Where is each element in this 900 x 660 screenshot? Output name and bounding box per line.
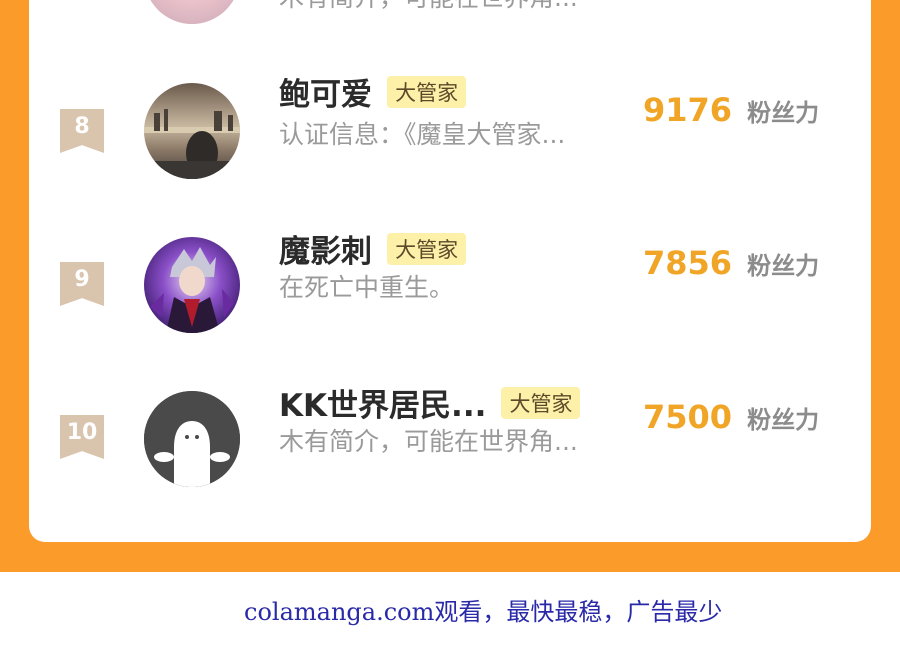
list-item[interactable]: 8 鲍可爱 大管家 认证信息：《魔皇大管家... 9176 粉丝力 — [29, 75, 871, 181]
avatar — [144, 83, 240, 179]
username[interactable]: 魔影刺 — [279, 226, 372, 271]
avatar — [144, 391, 240, 487]
rank-badge: 9 — [60, 262, 104, 306]
avatar — [144, 0, 240, 24]
avatar — [144, 237, 240, 333]
username[interactable]: 鲍可爱 — [279, 69, 372, 114]
fan-score: 7500 — [643, 398, 733, 436]
watermark-text: colamanga.com观看，最快最稳，广告最少 — [244, 598, 723, 626]
avatar-illustration — [144, 237, 240, 333]
fan-score-unit: 粉丝力 — [747, 98, 820, 127]
rank-badge: 10 — [60, 415, 104, 459]
fan-score: 7856 — [643, 244, 733, 282]
user-description: 木有简介，可能在世界角... — [279, 0, 578, 14]
role-badge: 大管家 — [387, 232, 467, 265]
user-description: 在死亡中重生。 — [279, 273, 455, 302]
fan-score: 9176 — [643, 91, 733, 129]
list-item[interactable]: 10 KK世界居民... 大管家 木有简介，可能在世界角... 7500 粉丝力 — [29, 386, 871, 490]
list-item[interactable]: 9 魔影刺 大管家 在死亡中重生。 7856 粉丝力 — [29, 232, 871, 336]
fan-score-unit: 粉丝力 — [747, 405, 820, 434]
ranking-card: 木有简介，可能在世界角... 8 — [29, 0, 871, 542]
list-item-partial[interactable]: 木有简介，可能在世界角... — [29, 0, 871, 80]
role-badge: 大管家 — [501, 386, 581, 419]
rank-badge: 8 — [60, 109, 104, 153]
default-avatar-icon — [144, 391, 240, 487]
username[interactable]: KK世界居民... — [279, 380, 486, 425]
user-description: 木有简介，可能在世界角... — [279, 427, 578, 456]
user-description: 认证信息：《魔皇大管家... — [279, 120, 566, 149]
avatar-photo — [144, 83, 240, 179]
fan-score-unit: 粉丝力 — [747, 251, 820, 280]
role-badge: 大管家 — [387, 75, 467, 108]
